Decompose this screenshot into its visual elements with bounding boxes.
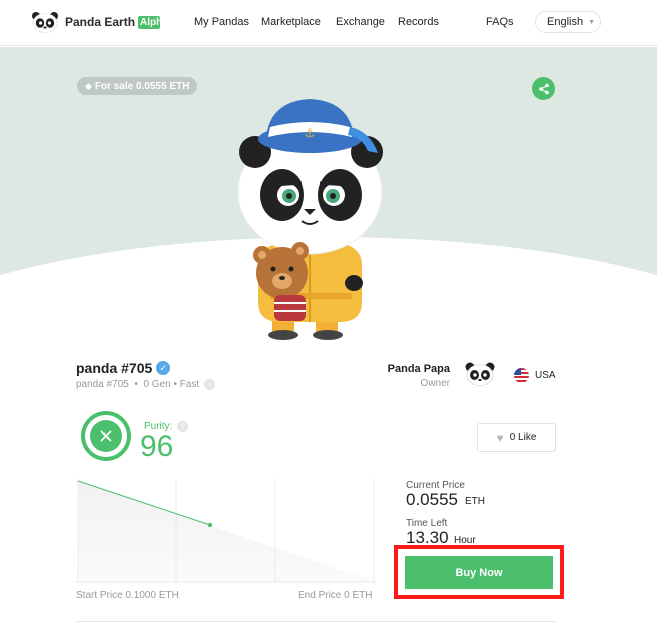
heart-icon: ♥ — [496, 430, 504, 445]
us-flag-icon — [514, 368, 529, 383]
panda-subtitle: panda #705 • 0 Gen • Fast i — [76, 379, 216, 390]
divider — [76, 621, 556, 622]
owner-role: Owner — [420, 378, 450, 389]
like-button[interactable]: ♥ 0 Like — [477, 423, 556, 452]
nav-my-pandas[interactable]: My Pandas — [194, 16, 249, 28]
nav-marketplace[interactable]: Marketplace — [261, 16, 321, 28]
panda-hero: ◆ For sale 0.0555 ETH ⚓ — [0, 47, 657, 347]
current-price-value: 0.0555 — [406, 490, 458, 509]
brand-logo[interactable]: Panda Earth Alph — [31, 11, 161, 33]
purity-badge — [81, 411, 131, 461]
panda-title: panda #705 ✓ — [76, 360, 171, 376]
purity-inner — [90, 420, 122, 452]
current-price-unit: ETH — [465, 496, 485, 507]
price-chart — [76, 479, 376, 583]
brand-name: Panda Earth — [65, 15, 136, 29]
buy-now-button[interactable]: Buy Now — [405, 556, 553, 589]
for-sale-tag: ◆ For sale 0.0555 ETH — [77, 77, 198, 95]
top-navbar: Panda Earth Alph My Pandas Marketplace E… — [0, 0, 657, 46]
language-select[interactable]: English ▼ — [535, 11, 601, 33]
dna-icon — [100, 430, 112, 442]
info-icon[interactable]: i — [204, 379, 216, 390]
tag-icon: ◆ — [85, 80, 92, 91]
nav-faqs[interactable]: FAQs — [486, 16, 514, 28]
language-label: English — [547, 16, 584, 28]
verified-icon: ✓ — [156, 361, 171, 375]
info-icon[interactable]: i — [177, 421, 189, 432]
chevron-down-icon: ▼ — [588, 18, 596, 26]
for-sale-text: For sale 0.0555 ETH — [94, 80, 190, 92]
nav-records[interactable]: Records — [398, 16, 439, 28]
panda-illustration: ⚓ — [237, 99, 383, 340]
like-label: 0 Like — [509, 432, 537, 443]
share-button[interactable] — [532, 77, 555, 100]
purity-value: 96 — [140, 430, 174, 463]
panda-name: panda #705 — [76, 360, 153, 376]
svg-text:⚓: ⚓ — [305, 126, 316, 140]
owner-country: USA — [535, 370, 556, 381]
owner-name[interactable]: Panda Papa — [380, 363, 450, 375]
share-icon — [538, 83, 549, 94]
owner-avatar[interactable] — [465, 362, 495, 386]
panda-meta: panda #705 • 0 Gen • Fast — [76, 379, 200, 390]
alpha-badge: Alph — [138, 15, 161, 29]
panda-logo-icon — [32, 12, 58, 33]
nav-exchange[interactable]: Exchange — [336, 16, 385, 28]
end-price: End Price 0 ETH — [298, 590, 373, 601]
start-price: Start Price 0.1000 ETH — [76, 590, 179, 601]
current-price-point — [207, 522, 213, 528]
